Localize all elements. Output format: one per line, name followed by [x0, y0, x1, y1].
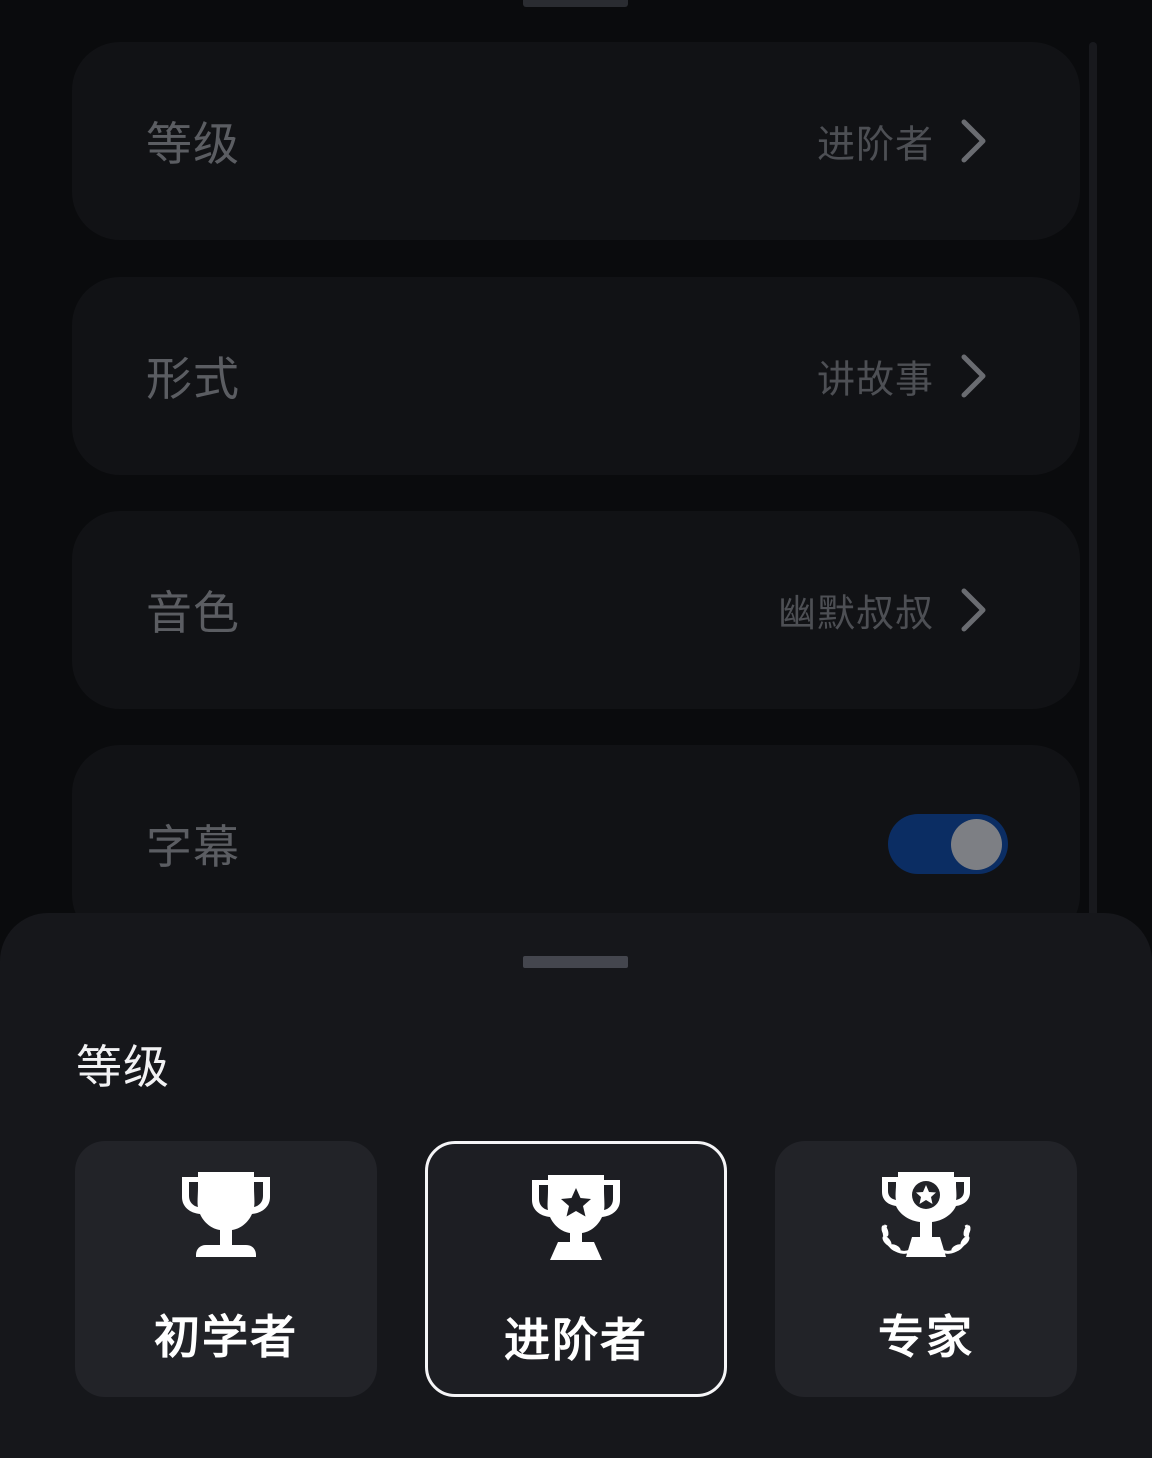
level-option-beginner[interactable]: 初学者	[75, 1141, 377, 1397]
setting-label: 字幕	[146, 820, 240, 874]
setting-value: 讲故事	[816, 357, 934, 402]
top-drag-handle	[523, 0, 628, 7]
subtitles-toggle[interactable]	[888, 814, 1008, 874]
laurel-trophy-icon	[881, 1172, 971, 1257]
chevron-right-icon	[961, 354, 986, 398]
setting-row-voice[interactable]: 音色 幽默叔叔	[72, 511, 1080, 709]
setting-label: 等级	[146, 117, 240, 171]
chevron-right-icon	[961, 119, 986, 163]
chevron-right-icon	[961, 588, 986, 632]
setting-label: 形式	[146, 352, 240, 406]
level-option-expert[interactable]: 专家	[775, 1141, 1077, 1397]
option-label: 专家	[878, 1310, 974, 1364]
level-bottom-sheet: 等级 初学者 进阶者 专家	[0, 913, 1152, 1458]
sheet-drag-handle[interactable]	[523, 956, 628, 968]
setting-row-level[interactable]: 等级 进阶者	[72, 42, 1080, 240]
toggle-knob	[951, 819, 1002, 870]
scrollbar[interactable]	[1089, 42, 1097, 922]
setting-value: 幽默叔叔	[777, 591, 934, 636]
sheet-title: 等级	[76, 1040, 170, 1094]
setting-label: 音色	[146, 586, 240, 640]
option-label: 进阶者	[504, 1313, 648, 1367]
level-option-intermediate[interactable]: 进阶者	[425, 1141, 727, 1397]
star-trophy-icon	[532, 1175, 620, 1260]
setting-value: 进阶者	[816, 122, 934, 167]
option-label: 初学者	[154, 1310, 298, 1364]
setting-row-format[interactable]: 形式 讲故事	[72, 277, 1080, 475]
trophy-icon	[182, 1172, 270, 1257]
